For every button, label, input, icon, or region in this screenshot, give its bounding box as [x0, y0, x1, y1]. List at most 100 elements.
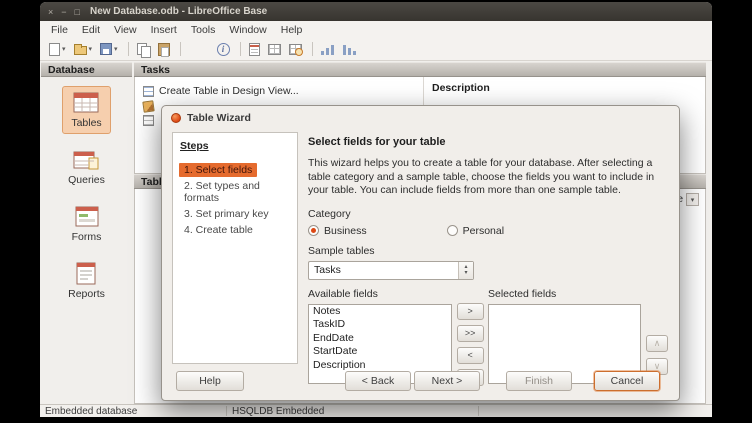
radio-selected-icon — [308, 225, 319, 236]
list-item[interactable]: TaskID — [309, 318, 451, 332]
open-button[interactable] — [71, 42, 96, 57]
chevron-down-icon: ▾ — [686, 193, 699, 206]
cancel-button[interactable]: Cancel — [594, 371, 660, 391]
menu-file[interactable]: File — [44, 24, 75, 36]
list-item[interactable]: Notes — [309, 305, 451, 319]
design-view-icon — [143, 86, 154, 97]
report-icon — [249, 43, 260, 56]
step-select-fields[interactable]: 1. Select fields — [179, 163, 257, 177]
new-table-button[interactable] — [265, 42, 284, 57]
sample-tables-value: Tasks — [309, 264, 458, 276]
paste-icon — [158, 43, 170, 56]
title-bar: × − □ New Database.odb - LibreOffice Bas… — [40, 2, 712, 21]
maximize-icon[interactable]: □ — [75, 7, 80, 17]
radio-personal-label: Personal — [463, 225, 504, 237]
move-up-button[interactable]: ∧ — [646, 335, 668, 352]
new-report-button[interactable] — [246, 41, 263, 58]
menu-window[interactable]: Window — [222, 24, 273, 36]
sidebar-item-label: Tables — [71, 117, 101, 129]
menu-view[interactable]: View — [107, 24, 144, 36]
radio-unselected-icon — [447, 225, 458, 236]
move-all-right-button[interactable]: >> — [457, 325, 484, 342]
sidebar-item-reports[interactable]: Reports — [59, 257, 114, 305]
tasks-header: Tasks — [134, 62, 706, 77]
sidebar-item-label: Queries — [68, 174, 105, 186]
paste-button[interactable] — [155, 41, 173, 58]
help-button[interactable]: Help — [176, 371, 244, 391]
copy-button[interactable] — [134, 41, 153, 58]
screen: × − □ New Database.odb - LibreOffice Bas… — [0, 0, 752, 423]
status-bar: Embedded database HSQLDB Embedded — [40, 404, 712, 417]
radio-personal[interactable]: Personal — [447, 225, 504, 237]
database-sidebar: Database Tables — [41, 62, 132, 404]
wizard-icon — [142, 100, 154, 112]
query-icon — [289, 44, 302, 55]
reports-icon — [71, 262, 101, 286]
task-item-label: Create Table in Design View... — [159, 85, 299, 97]
menu-insert[interactable]: Insert — [144, 24, 184, 36]
wizard-content: Select fields for your table This wizard… — [308, 136, 668, 386]
sidebar-item-label: Forms — [72, 231, 102, 243]
toolbar-separator — [240, 42, 241, 56]
table-grid-icon — [268, 44, 281, 55]
selected-fields-label: Selected fields — [488, 288, 641, 301]
new-document-icon — [49, 43, 60, 56]
menu-edit[interactable]: Edit — [75, 24, 107, 36]
dialog-title-bar[interactable]: Table Wizard — [162, 106, 679, 130]
intro-text: This wizard helps you to create a table … — [308, 157, 668, 198]
next-button[interactable]: Next > — [414, 371, 480, 391]
window-title: New Database.odb - LibreOffice Base — [90, 6, 267, 17]
queries-icon — [71, 148, 101, 172]
task-create-table-design-view[interactable]: Create Table in Design View... — [143, 85, 299, 97]
close-icon[interactable]: × — [48, 7, 53, 17]
menu-help[interactable]: Help — [274, 24, 310, 36]
toolbar-separator — [180, 42, 181, 56]
new-query-button[interactable] — [286, 42, 305, 57]
sidebar-header: Database — [41, 62, 132, 77]
new-document-button[interactable] — [46, 41, 69, 58]
status-database-type: Embedded database — [40, 405, 225, 418]
step-create-table[interactable]: 4. Create table — [179, 223, 258, 237]
step-set-types[interactable]: 2. Set types and formats — [179, 179, 291, 205]
main-toolbar: i — [40, 38, 712, 61]
menu-tools[interactable]: Tools — [184, 24, 223, 36]
sample-tables-label: Sample tables — [308, 245, 668, 257]
sidebar-item-queries[interactable]: Queries — [59, 143, 114, 191]
move-one-right-button[interactable]: > — [457, 303, 484, 320]
menu-bar: File Edit View Insert Tools Window Help — [40, 21, 712, 38]
sort-descending-button[interactable] — [340, 41, 360, 57]
list-item[interactable]: EndDate — [309, 332, 451, 346]
spinner-icon: ▴▾ — [458, 262, 473, 279]
info-icon: i — [217, 43, 230, 56]
steps-panel: Steps 1. Select fields 2. Set types and … — [172, 132, 298, 364]
sidebar-item-label: Reports — [68, 288, 105, 300]
status-divider — [478, 406, 479, 416]
back-button[interactable]: < Back — [345, 371, 411, 391]
save-button[interactable] — [97, 41, 121, 57]
list-item[interactable]: StartDate — [309, 345, 451, 359]
view-icon — [143, 115, 154, 126]
minimize-icon[interactable]: − — [61, 7, 66, 17]
page-title: Select fields for your table — [308, 136, 668, 148]
sidebar-item-forms[interactable]: Forms — [63, 200, 111, 248]
sample-tables-dropdown[interactable]: Tasks ▴▾ — [308, 261, 474, 280]
task-item[interactable] — [143, 101, 154, 112]
move-one-left-button[interactable]: < — [457, 347, 484, 364]
table-wizard-dialog: Table Wizard Steps 1. Select fields 2. S… — [161, 105, 680, 401]
step-primary-key[interactable]: 3. Set primary key — [179, 207, 274, 221]
dialog-title: Table Wizard — [187, 112, 251, 124]
category-options: Business Personal — [308, 225, 668, 237]
toolbar-separator — [128, 42, 129, 56]
finish-button[interactable]: Finish — [506, 371, 572, 391]
toolbar-separator — [312, 42, 313, 56]
description-header: Description — [424, 77, 705, 99]
available-fields-label: Available fields — [308, 288, 452, 301]
base-app-icon — [171, 113, 181, 123]
radio-business[interactable]: Business — [308, 225, 367, 237]
task-item[interactable] — [143, 115, 154, 126]
info-button[interactable]: i — [214, 41, 233, 58]
sort-ascending-button[interactable] — [318, 41, 338, 57]
sidebar-item-tables[interactable]: Tables — [62, 86, 110, 134]
category-label: Category — [308, 208, 668, 220]
copy-icon — [137, 43, 150, 56]
